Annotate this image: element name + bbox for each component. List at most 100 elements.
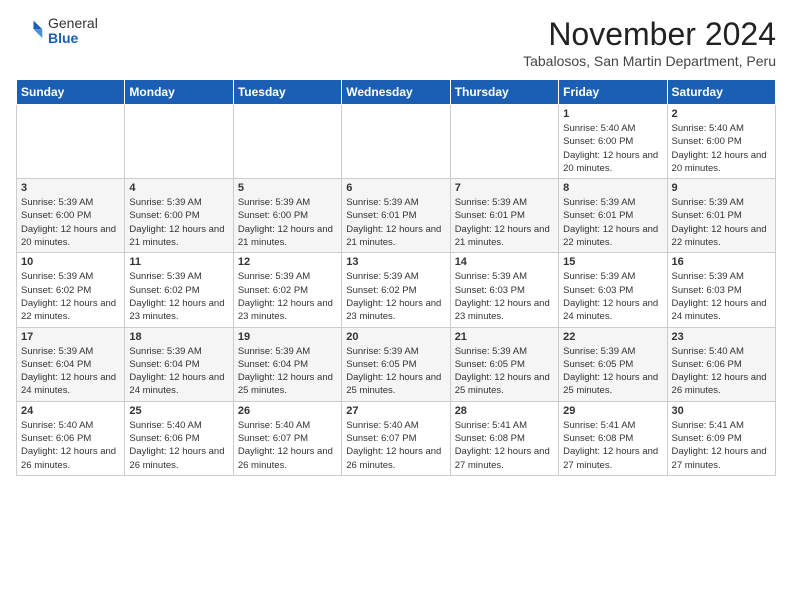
day-info: Sunrise: 5:39 AM Sunset: 6:00 PM Dayligh… [238, 196, 337, 249]
calendar-cell: 3 Sunrise: 5:39 AM Sunset: 6:00 PM Daylig… [17, 179, 125, 253]
calendar-week-row: 1 Sunrise: 5:40 AM Sunset: 6:00 PM Daylig… [17, 105, 776, 179]
day-number: 7 [455, 182, 554, 194]
day-number: 29 [563, 405, 662, 417]
day-number: 15 [563, 256, 662, 268]
day-info: Sunrise: 5:39 AM Sunset: 6:02 PM Dayligh… [346, 270, 445, 323]
logo-text: General Blue [48, 16, 98, 47]
calendar-cell: 5 Sunrise: 5:39 AM Sunset: 6:00 PM Daylig… [233, 179, 341, 253]
calendar-cell: 9 Sunrise: 5:39 AM Sunset: 6:01 PM Daylig… [667, 179, 775, 253]
day-info: Sunrise: 5:41 AM Sunset: 6:08 PM Dayligh… [455, 419, 554, 472]
day-info: Sunrise: 5:39 AM Sunset: 6:01 PM Dayligh… [346, 196, 445, 249]
day-number: 27 [346, 405, 445, 417]
calendar-header-row: SundayMondayTuesdayWednesdayThursdayFrid… [17, 80, 776, 105]
day-number: 23 [672, 331, 771, 343]
day-info: Sunrise: 5:40 AM Sunset: 6:06 PM Dayligh… [672, 345, 771, 398]
day-info: Sunrise: 5:39 AM Sunset: 6:05 PM Dayligh… [455, 345, 554, 398]
calendar-week-row: 10 Sunrise: 5:39 AM Sunset: 6:02 PM Dayli… [17, 253, 776, 327]
day-of-week-header: Saturday [667, 80, 775, 105]
day-info: Sunrise: 5:39 AM Sunset: 6:04 PM Dayligh… [21, 345, 120, 398]
day-number: 24 [21, 405, 120, 417]
calendar-cell: 25 Sunrise: 5:40 AM Sunset: 6:06 PM Dayli… [125, 401, 233, 475]
calendar-cell: 21 Sunrise: 5:39 AM Sunset: 6:05 PM Dayli… [450, 327, 558, 401]
day-of-week-header: Friday [559, 80, 667, 105]
day-info: Sunrise: 5:39 AM Sunset: 6:02 PM Dayligh… [129, 270, 228, 323]
day-info: Sunrise: 5:39 AM Sunset: 6:05 PM Dayligh… [346, 345, 445, 398]
calendar: SundayMondayTuesdayWednesdayThursdayFrid… [16, 79, 776, 476]
calendar-cell: 10Sunrise: 5:39 AM Sunset: 6:02 PM Dayli… [17, 253, 125, 327]
calendar-cell: 16 Sunrise: 5:39 AM Sunset: 6:03 PM Dayli… [667, 253, 775, 327]
day-number: 12 [238, 256, 337, 268]
location-title: Tabalosos, San Martin Department, Peru [523, 53, 776, 69]
calendar-cell: 15 Sunrise: 5:39 AM Sunset: 6:03 PM Dayli… [559, 253, 667, 327]
calendar-cell [233, 105, 341, 179]
calendar-cell: 12Sunrise: 5:39 AM Sunset: 6:02 PM Dayli… [233, 253, 341, 327]
calendar-cell: 14 Sunrise: 5:39 AM Sunset: 6:03 PM Dayli… [450, 253, 558, 327]
calendar-cell: 4Sunrise: 5:39 AM Sunset: 6:00 PM Daylig… [125, 179, 233, 253]
day-of-week-header: Monday [125, 80, 233, 105]
day-of-week-header: Thursday [450, 80, 558, 105]
day-number: 16 [672, 256, 771, 268]
calendar-cell: 19Sunrise: 5:39 AM Sunset: 6:04 PM Dayli… [233, 327, 341, 401]
day-number: 20 [346, 331, 445, 343]
day-info: Sunrise: 5:39 AM Sunset: 6:03 PM Dayligh… [563, 270, 662, 323]
day-number: 21 [455, 331, 554, 343]
calendar-week-row: 24 Sunrise: 5:40 AM Sunset: 6:06 PM Dayli… [17, 401, 776, 475]
day-info: Sunrise: 5:39 AM Sunset: 6:01 PM Dayligh… [455, 196, 554, 249]
title-area: November 2024 Tabalosos, San Martin Depa… [523, 16, 776, 69]
day-number: 1 [563, 108, 662, 120]
day-number: 14 [455, 256, 554, 268]
day-info: Sunrise: 5:40 AM Sunset: 6:00 PM Dayligh… [672, 122, 771, 175]
day-number: 30 [672, 405, 771, 417]
day-info: Sunrise: 5:41 AM Sunset: 6:09 PM Dayligh… [672, 419, 771, 472]
day-info: Sunrise: 5:39 AM Sunset: 6:05 PM Dayligh… [563, 345, 662, 398]
day-info: Sunrise: 5:39 AM Sunset: 6:00 PM Dayligh… [21, 196, 120, 249]
calendar-cell: 18 Sunrise: 5:39 AM Sunset: 6:04 PM Dayli… [125, 327, 233, 401]
calendar-cell: 23 Sunrise: 5:40 AM Sunset: 6:06 PM Dayli… [667, 327, 775, 401]
day-number: 19 [238, 331, 337, 343]
calendar-cell: 17 Sunrise: 5:39 AM Sunset: 6:04 PM Dayli… [17, 327, 125, 401]
day-number: 4 [129, 182, 228, 194]
day-number: 9 [672, 182, 771, 194]
month-title: November 2024 [523, 16, 776, 53]
calendar-cell [342, 105, 450, 179]
calendar-cell: 8 Sunrise: 5:39 AM Sunset: 6:01 PM Daylig… [559, 179, 667, 253]
day-info: Sunrise: 5:40 AM Sunset: 6:07 PM Dayligh… [238, 419, 337, 472]
day-info: Sunrise: 5:39 AM Sunset: 6:04 PM Dayligh… [129, 345, 228, 398]
day-info: Sunrise: 5:40 AM Sunset: 6:06 PM Dayligh… [129, 419, 228, 472]
calendar-cell: 26 Sunrise: 5:40 AM Sunset: 6:07 PM Dayli… [233, 401, 341, 475]
calendar-cell: 1Sunrise: 5:40 AM Sunset: 6:00 PM Daylig… [559, 105, 667, 179]
day-info: Sunrise: 5:40 AM Sunset: 6:07 PM Dayligh… [346, 419, 445, 472]
day-number: 26 [238, 405, 337, 417]
day-number: 17 [21, 331, 120, 343]
day-info: Sunrise: 5:41 AM Sunset: 6:08 PM Dayligh… [563, 419, 662, 472]
header: General Blue November 2024 Tabalosos, Sa… [16, 16, 776, 69]
calendar-cell: 13Sunrise: 5:39 AM Sunset: 6:02 PM Dayli… [342, 253, 450, 327]
calendar-cell: 2Sunrise: 5:40 AM Sunset: 6:00 PM Daylig… [667, 105, 775, 179]
calendar-cell: 28 Sunrise: 5:41 AM Sunset: 6:08 PM Dayli… [450, 401, 558, 475]
logo-blue-text: Blue [48, 31, 98, 46]
day-number: 8 [563, 182, 662, 194]
calendar-cell: 27 Sunrise: 5:40 AM Sunset: 6:07 PM Dayli… [342, 401, 450, 475]
day-number: 25 [129, 405, 228, 417]
day-number: 5 [238, 182, 337, 194]
calendar-cell: 24Sunrise: 5:40 AM Sunset: 6:06 PM Dayli… [17, 401, 125, 475]
calendar-cell: 29 Sunrise: 5:41 AM Sunset: 6:08 PM Dayli… [559, 401, 667, 475]
calendar-week-row: 3 Sunrise: 5:39 AM Sunset: 6:00 PM Daylig… [17, 179, 776, 253]
calendar-week-row: 17 Sunrise: 5:39 AM Sunset: 6:04 PM Dayli… [17, 327, 776, 401]
day-info: Sunrise: 5:39 AM Sunset: 6:01 PM Dayligh… [563, 196, 662, 249]
day-number: 3 [21, 182, 120, 194]
day-of-week-header: Wednesday [342, 80, 450, 105]
calendar-cell: 20 Sunrise: 5:39 AM Sunset: 6:05 PM Dayli… [342, 327, 450, 401]
day-info: Sunrise: 5:39 AM Sunset: 6:01 PM Dayligh… [672, 196, 771, 249]
day-number: 28 [455, 405, 554, 417]
day-number: 18 [129, 331, 228, 343]
day-info: Sunrise: 5:39 AM Sunset: 6:03 PM Dayligh… [455, 270, 554, 323]
calendar-cell [17, 105, 125, 179]
calendar-cell [450, 105, 558, 179]
day-number: 10 [21, 256, 120, 268]
day-of-week-header: Sunday [17, 80, 125, 105]
calendar-cell: 11Sunrise: 5:39 AM Sunset: 6:02 PM Dayli… [125, 253, 233, 327]
calendar-cell [125, 105, 233, 179]
logo: General Blue [16, 16, 98, 47]
day-info: Sunrise: 5:39 AM Sunset: 6:03 PM Dayligh… [672, 270, 771, 323]
